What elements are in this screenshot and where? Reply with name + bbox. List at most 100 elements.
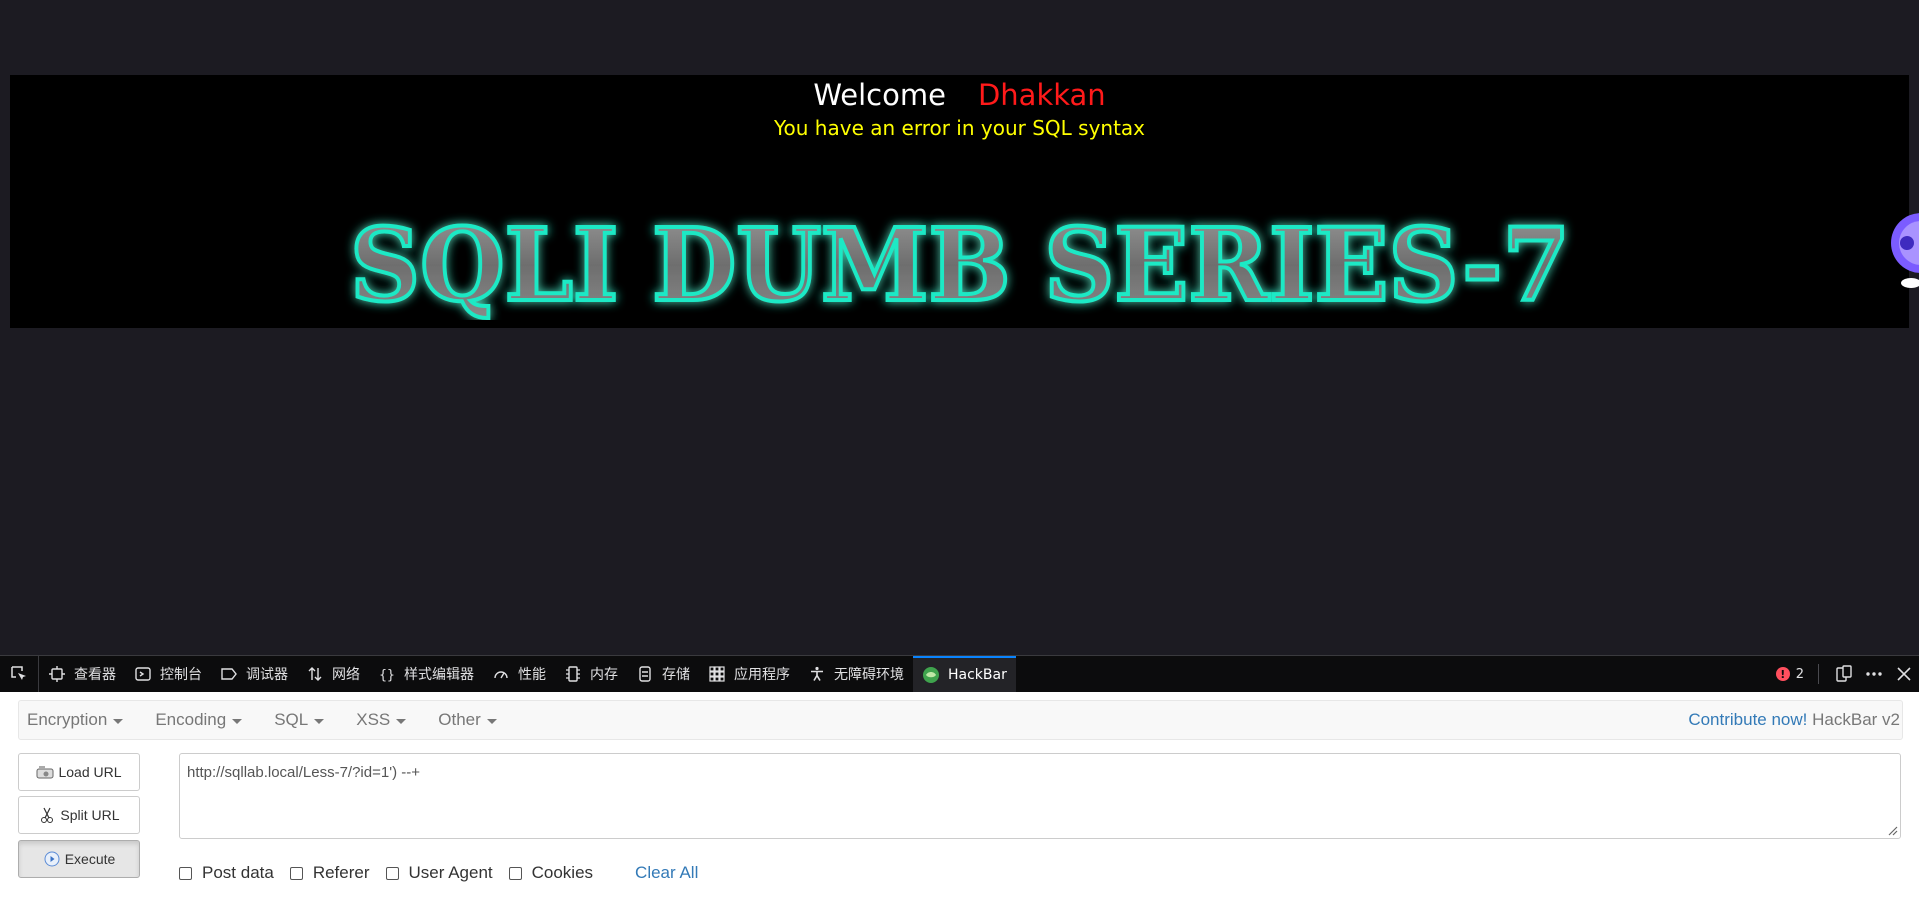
console-icon xyxy=(134,665,152,683)
element-picker-icon xyxy=(11,666,26,680)
menu-label: Encryption xyxy=(27,710,108,729)
cookies-checkbox[interactable] xyxy=(508,866,522,880)
caret-down-icon xyxy=(486,718,497,724)
tab-label: 网络 xyxy=(332,667,360,683)
menu-label: Other xyxy=(438,710,481,729)
button-label: Split URL xyxy=(60,807,120,823)
referer-checkbox[interactable] xyxy=(289,866,303,880)
button-label: Load URL xyxy=(58,764,122,780)
inspector-icon xyxy=(48,665,66,683)
caret-down-icon xyxy=(232,718,243,724)
svg-text:{}: {} xyxy=(379,668,395,682)
network-icon xyxy=(306,665,324,683)
application-icon xyxy=(708,665,726,683)
execute-button[interactable]: Execute xyxy=(18,840,140,878)
url-value: http://sqllab.local/Less-7/?id=1') --+ xyxy=(187,764,420,781)
option-label: User Agent xyxy=(408,863,493,882)
load-url-button[interactable]: Load URL xyxy=(18,753,140,791)
tab-debugger[interactable]: 调试器 xyxy=(211,656,297,692)
tab-hackbar[interactable]: HackBar xyxy=(913,656,1016,692)
tab-accessibility[interactable]: 无障碍环境 xyxy=(799,656,913,692)
sqli-title-text: SQLI DUMB SERIES-7 xyxy=(350,210,1570,320)
tab-label: 查看器 xyxy=(74,667,116,683)
page-viewport: Welcome Dhakkan You have an error in your… xyxy=(0,0,1919,655)
tab-console[interactable]: 控制台 xyxy=(125,656,211,692)
option-label: Cookies xyxy=(531,863,594,882)
error-count: 2 xyxy=(1795,666,1804,682)
caret-down-icon xyxy=(396,718,407,724)
tab-performance[interactable]: 性能 xyxy=(483,656,555,692)
cookies-option[interactable]: Cookies xyxy=(508,863,594,883)
welcome-line: Welcome Dhakkan xyxy=(10,75,1909,115)
encoding-dropdown[interactable]: Encoding xyxy=(146,710,251,730)
error-icon: ! xyxy=(1775,667,1790,681)
responsive-design-icon xyxy=(1836,665,1852,682)
option-label: Referer xyxy=(312,863,370,882)
devtools-toolbar-right: ! 2 xyxy=(1775,656,1919,692)
xss-dropdown[interactable]: XSS xyxy=(347,710,415,730)
sqli-title-image: SQLI DUMB SERIES-7 xyxy=(10,210,1909,320)
tab-inspector[interactable]: 查看器 xyxy=(39,656,125,692)
option-label: Post data xyxy=(202,863,274,882)
tab-application[interactable]: 应用程序 xyxy=(699,656,799,692)
memory-icon xyxy=(564,665,582,683)
sql-error-message: You have an error in your SQL syntax xyxy=(773,116,1146,140)
execute-icon xyxy=(43,850,61,868)
button-label: Execute xyxy=(64,851,116,867)
tab-label: 无障碍环境 xyxy=(834,667,904,683)
floating-assistant-icon[interactable] xyxy=(1881,195,1919,295)
referer-option[interactable]: Referer xyxy=(289,863,370,883)
close-devtools-button[interactable] xyxy=(1889,656,1919,692)
tab-label: 样式编辑器 xyxy=(404,667,474,683)
hackbar-menu: Encryption Encoding SQL XSS Other Contri… xyxy=(18,700,1903,740)
error-count-badge[interactable]: ! 2 xyxy=(1775,666,1804,682)
hackbar-version: HackBar v2 xyxy=(1812,710,1900,729)
contribute-link[interactable]: Contribute now! xyxy=(1688,710,1807,729)
tab-label: 存储 xyxy=(662,667,690,683)
menu-label: XSS xyxy=(356,710,391,729)
user-name: Dhakkan xyxy=(977,78,1106,112)
more-options-icon xyxy=(1866,672,1882,676)
toolbar-divider xyxy=(1818,664,1819,684)
url-textarea[interactable]: http://sqllab.local/Less-7/?id=1') --+ xyxy=(179,753,1901,839)
user-agent-checkbox[interactable] xyxy=(385,866,399,880)
tab-label: 性能 xyxy=(518,667,546,683)
hackbar-options: Post data Referer User Agent Cookies Cle… xyxy=(179,861,698,885)
other-dropdown[interactable]: Other xyxy=(429,710,506,730)
storage-icon xyxy=(636,665,654,683)
tab-memory[interactable]: 内存 xyxy=(555,656,627,692)
more-options-button[interactable] xyxy=(1859,656,1889,692)
devtools-panel: 查看器 控制台 调试器 网络 {} 样式编辑器 性能 内存 存储 应用程序 无障… xyxy=(0,655,1919,918)
sql-dropdown[interactable]: SQL xyxy=(265,710,333,730)
tab-storage[interactable]: 存储 xyxy=(627,656,699,692)
caret-down-icon xyxy=(113,718,124,724)
scissors-icon xyxy=(38,806,56,824)
tab-label: 内存 xyxy=(590,667,618,683)
welcome-label: Welcome xyxy=(813,78,946,112)
tab-label: 应用程序 xyxy=(734,667,790,683)
element-picker-button[interactable] xyxy=(0,656,39,692)
clear-all-link[interactable]: Clear All xyxy=(635,863,698,883)
debugger-icon xyxy=(220,665,238,683)
post-data-checkbox[interactable] xyxy=(179,866,192,880)
tab-label: 调试器 xyxy=(246,667,288,683)
tab-label: HackBar xyxy=(948,667,1007,683)
sqli-banner: Welcome Dhakkan You have an error in your… xyxy=(10,75,1909,328)
devtools-toolbar: 查看器 控制台 调试器 网络 {} 样式编辑器 性能 内存 存储 应用程序 无障… xyxy=(0,655,1919,692)
hackbar-branding: Contribute now! HackBar v2 xyxy=(1688,710,1902,730)
responsive-design-button[interactable] xyxy=(1829,656,1859,692)
style-editor-icon: {} xyxy=(378,665,396,683)
user-agent-option[interactable]: User Agent xyxy=(385,863,493,883)
load-url-icon xyxy=(36,763,54,781)
resize-handle-icon[interactable] xyxy=(1886,824,1898,836)
tab-label: 控制台 xyxy=(160,667,202,683)
caret-down-icon xyxy=(314,718,325,724)
performance-icon xyxy=(492,665,510,683)
post-data-option[interactable]: Post data xyxy=(179,863,274,883)
encryption-dropdown[interactable]: Encryption xyxy=(19,710,132,730)
hackbar-icon xyxy=(922,666,940,684)
split-url-button[interactable]: Split URL xyxy=(18,796,140,834)
close-icon xyxy=(1897,667,1911,681)
tab-style-editor[interactable]: {} 样式编辑器 xyxy=(369,656,483,692)
tab-network[interactable]: 网络 xyxy=(297,656,369,692)
